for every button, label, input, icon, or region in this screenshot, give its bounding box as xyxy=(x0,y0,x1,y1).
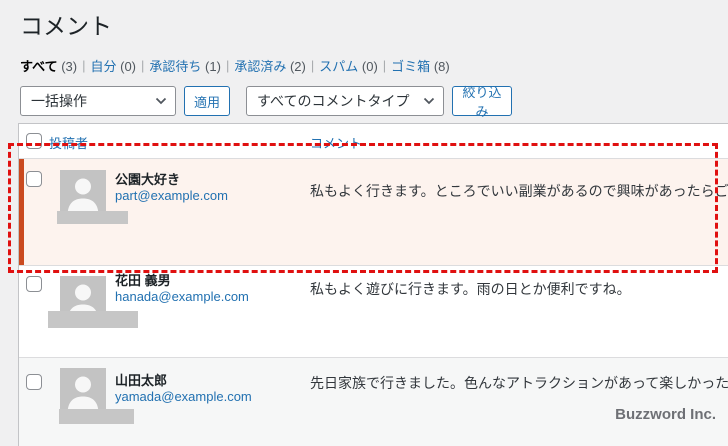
filter-label: 自分 xyxy=(90,59,117,74)
bulk-action-selected-value: 一括操作 xyxy=(31,93,87,109)
select-all-checkbox[interactable] xyxy=(26,133,42,149)
filter-count: (2) xyxy=(289,59,306,74)
comment-row-pending: 公園大好き part@example.com 私もよく行きます。ところでいい副業… xyxy=(19,158,728,265)
author-name: 山田太郎 xyxy=(115,373,168,388)
comment-type-selected-value: すべてのコメントタイプ xyxy=(257,93,410,109)
filter-count: (0) xyxy=(361,59,378,74)
apply-button[interactable]: 適用 xyxy=(184,86,230,116)
filter-pending[interactable]: 承認待ち (1) xyxy=(149,56,221,75)
filter-label: すべて xyxy=(20,59,58,74)
filter-mine[interactable]: 自分 (0) xyxy=(90,56,136,75)
page-title: コメント xyxy=(20,13,112,39)
column-header-comment[interactable]: コメント xyxy=(310,133,362,152)
status-filter-list: すべて (3) | 自分 (0) | 承認待ち (1) | 承認済み (2) |… xyxy=(20,56,450,75)
table-header-row: 投稿者 コメント xyxy=(19,124,728,158)
filter-label: 承認済み xyxy=(234,59,287,74)
redacted-block xyxy=(57,211,128,224)
avatar xyxy=(60,368,106,414)
filter-count: (8) xyxy=(433,59,450,74)
filter-trash[interactable]: ゴミ箱 (8) xyxy=(391,56,450,75)
row-checkbox[interactable] xyxy=(26,276,42,292)
author-email-link[interactable]: part@example.com xyxy=(115,188,228,203)
comment-row: 山田太郎 yamada@example.com 先日家族で行きました。色んなアト… xyxy=(19,357,728,446)
filter-count: (1) xyxy=(205,59,221,74)
chevron-down-icon xyxy=(423,97,435,105)
filter-button[interactable]: 絞り込み xyxy=(452,85,512,119)
comment-type-select[interactable]: すべてのコメントタイプ xyxy=(246,86,444,116)
comment-text: 私もよく行きます。ところでいい副業があるので興味があったらご連絡 xyxy=(310,183,728,199)
pending-status-bar xyxy=(19,159,24,265)
author-email-link[interactable]: yamada@example.com xyxy=(115,389,252,404)
table-toolbar: 一括操作 適用 すべてのコメントタイプ 絞り込み xyxy=(0,85,728,119)
author-name: 花田 義男 xyxy=(115,273,171,288)
filter-separator: | xyxy=(82,58,86,73)
watermark-text: Buzzword Inc. xyxy=(615,406,716,423)
filter-label: 承認待ち xyxy=(149,59,202,74)
comment-text: 先日家族で行きました。色んなアトラクションがあって楽しかったです xyxy=(310,375,728,391)
bulk-action-select[interactable]: 一括操作 xyxy=(20,86,176,116)
filter-separator: | xyxy=(310,58,315,73)
filter-count: (0) xyxy=(120,59,137,74)
comment-text: 私もよく遊びに行きます。雨の日とか便利ですね。 xyxy=(310,281,631,297)
filter-label: ゴミ箱 xyxy=(391,59,431,74)
filter-label: スパム xyxy=(319,59,359,74)
filter-separator: | xyxy=(382,58,387,73)
row-checkbox[interactable] xyxy=(26,171,42,187)
avatar xyxy=(60,170,106,216)
filter-approved[interactable]: 承認済み (2) xyxy=(234,56,306,75)
chevron-down-icon xyxy=(155,97,167,105)
comment-row: 花田 義男 hanada@example.com 私もよく遊びに行きます。雨の日… xyxy=(19,265,728,357)
redacted-block xyxy=(48,311,138,328)
author-name: 公園大好き xyxy=(115,172,181,187)
redacted-block xyxy=(59,409,134,424)
wp-admin-comments-screen: コメント すべて (3) | 自分 (0) | 承認待ち (1) | 承認済み … xyxy=(0,0,728,446)
comments-table: 投稿者 コメント 公園大好き part@example.com 私もよく行きます… xyxy=(18,123,728,446)
row-checkbox[interactable] xyxy=(26,374,42,390)
filter-all[interactable]: すべて (3) xyxy=(20,56,77,75)
filter-count: (3) xyxy=(61,59,78,74)
column-header-author[interactable]: 投稿者 xyxy=(49,133,88,152)
filter-spam[interactable]: スパム (0) xyxy=(319,56,378,75)
filter-separator: | xyxy=(225,58,230,73)
author-email-link[interactable]: hanada@example.com xyxy=(115,289,249,304)
filter-separator: | xyxy=(141,58,145,73)
